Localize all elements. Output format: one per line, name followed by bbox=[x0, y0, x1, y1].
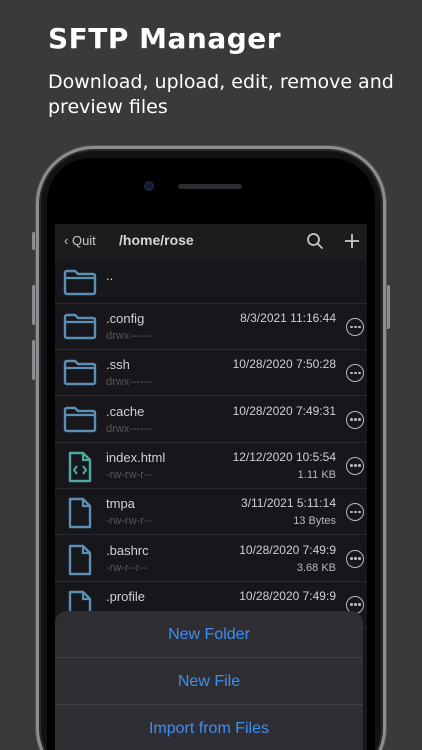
plus-icon[interactable] bbox=[344, 232, 360, 250]
file-name: .config bbox=[106, 311, 145, 326]
file-modified-date: 8/3/2021 11:16:44 bbox=[240, 311, 336, 325]
earpiece-speaker bbox=[178, 184, 242, 189]
code-file-icon bbox=[63, 451, 97, 487]
file-modified-date: 10/28/2020 7:50:28 bbox=[232, 357, 336, 372]
promo-subtitle: Download, upload, edit, remove and previ… bbox=[48, 71, 394, 118]
front-camera bbox=[144, 181, 154, 191]
folder-icon bbox=[63, 312, 97, 344]
file-permissions: -rw-rw-r-- bbox=[106, 468, 152, 481]
file-modified-date: 10/28/2020 7:49:9 bbox=[239, 542, 336, 557]
file-icon bbox=[63, 497, 97, 533]
more-options-icon[interactable] bbox=[346, 456, 364, 475]
file-permissions: drwx------ bbox=[106, 330, 152, 342]
file-row[interactable]: .cache drwx------ 10/28/2020 7:49:31 bbox=[55, 397, 367, 443]
more-options-icon[interactable] bbox=[346, 318, 364, 336]
promo-title: SFTP Manager bbox=[48, 22, 282, 55]
folder-icon bbox=[63, 358, 97, 390]
file-row[interactable]: .config drwx------ 8/3/2021 11:16:44 bbox=[55, 304, 367, 350]
file-permissions: -rw-rw-r-- bbox=[106, 515, 152, 528]
phone-power-button bbox=[386, 285, 390, 329]
file-row[interactable]: index.html -rw-rw-r-- 12/12/2020 10:5:54 1.… bbox=[55, 443, 367, 489]
file-name: index.html bbox=[106, 449, 166, 465]
action-sheet: New Folder New File Import from Files bbox=[55, 611, 363, 750]
quit-button[interactable]: ‹ Quit bbox=[64, 233, 96, 248]
file-row[interactable]: .bashrc -rw-r--r-- 10/28/2020 7:49:9 3.68 K… bbox=[55, 536, 367, 582]
file-row[interactable]: tmpa -rw-rw-r-- 3/11/2021 5:11:14 13 Bytes bbox=[55, 489, 367, 536]
folder-icon bbox=[63, 268, 97, 300]
new-file-button[interactable]: New File bbox=[55, 658, 363, 705]
current-path: /home/rose bbox=[119, 232, 194, 248]
file-modified-date: 10/28/2020 7:49:9 bbox=[239, 588, 336, 603]
more-options-icon[interactable] bbox=[346, 364, 364, 383]
file-permissions: drwx------ bbox=[106, 376, 152, 389]
file-modified-date: 12/12/2020 10:5:54 bbox=[232, 449, 336, 464]
file-name: .profile bbox=[106, 588, 146, 604]
file-modified-date: 3/11/2021 5:11:14 bbox=[241, 496, 336, 511]
file-size: 3.68 KB bbox=[296, 561, 336, 574]
folder-icon bbox=[63, 405, 97, 437]
quit-label: Quit bbox=[71, 233, 96, 248]
file-modified-date: 10/28/2020 7:49:31 bbox=[232, 403, 336, 418]
file-icon bbox=[63, 544, 97, 580]
file-name: .ssh bbox=[106, 357, 130, 373]
more-options-icon[interactable] bbox=[346, 410, 364, 429]
file-row[interactable]: .. bbox=[55, 260, 367, 304]
file-name: .bashrc bbox=[106, 542, 149, 558]
import-from-files-button[interactable]: Import from Files bbox=[55, 705, 363, 750]
file-name: .. bbox=[106, 268, 114, 283]
file-permissions: -rw-r--r-- bbox=[106, 561, 147, 574]
chevron-left-icon: ‹ bbox=[64, 233, 72, 248]
new-folder-button[interactable]: New Folder bbox=[55, 611, 363, 658]
file-row[interactable]: .ssh drwx------ 10/28/2020 7:50:28 bbox=[55, 350, 367, 397]
search-icon[interactable] bbox=[306, 232, 324, 250]
more-options-icon[interactable] bbox=[346, 549, 364, 568]
more-options-icon[interactable] bbox=[346, 503, 364, 522]
file-permissions: drwx------ bbox=[106, 422, 152, 435]
file-size: 13 Bytes bbox=[293, 515, 336, 528]
file-name: tmpa bbox=[106, 496, 135, 512]
file-name: .cache bbox=[106, 403, 145, 419]
navigation-bar: ‹ Quit /home/rose bbox=[55, 224, 367, 260]
file-size: 1.11 KB bbox=[297, 468, 336, 481]
